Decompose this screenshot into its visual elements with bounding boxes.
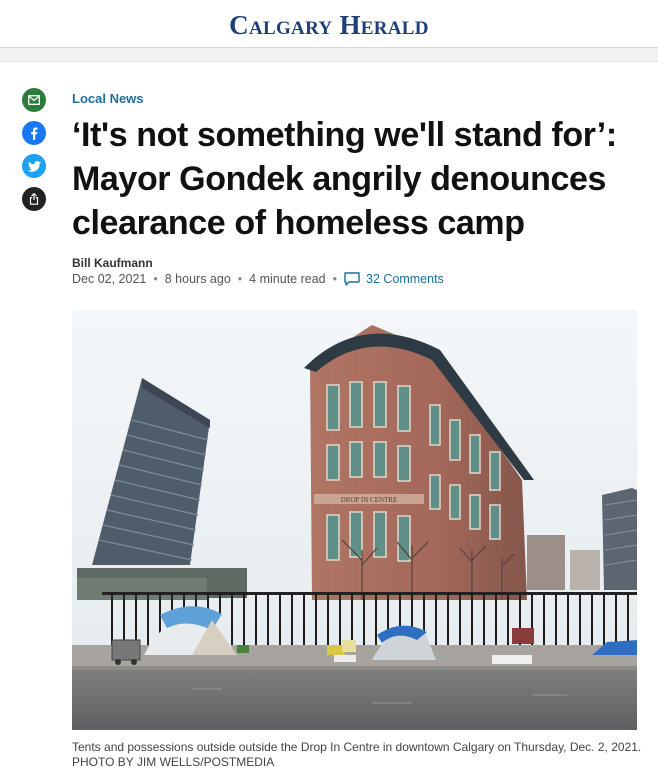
drop-in-centre-photo: DROP IN CENTRE <box>72 310 637 730</box>
category-link[interactable]: Local News <box>72 91 144 106</box>
comments-count: 32 Comments <box>366 272 444 286</box>
twitter-icon <box>27 160 41 172</box>
envelope-icon <box>28 95 40 105</box>
share-more-button[interactable] <box>22 187 46 211</box>
meta-separator: • <box>237 272 243 286</box>
read-time: 4 minute read <box>249 272 326 286</box>
article-headline: ‘It's not something we'll stand for’: Ma… <box>72 116 617 242</box>
photo-caption: Tents and possessions outside outside th… <box>72 740 642 769</box>
share-email-button[interactable] <box>22 88 46 112</box>
article-photo[interactable]: DROP IN CENTRE <box>72 310 637 730</box>
masthead: Calgary Herald <box>0 0 658 48</box>
facebook-icon <box>31 127 38 140</box>
time-ago: 8 hours ago <box>164 272 231 286</box>
nav-bar <box>0 48 658 62</box>
comment-bubble-icon <box>344 272 360 286</box>
share-toolbar <box>22 88 46 220</box>
article-meta: Dec 02, 2021 • 8 hours ago • 4 minute re… <box>72 272 444 286</box>
meta-separator: • <box>153 272 158 286</box>
comments-link[interactable]: 32 Comments <box>344 272 444 286</box>
share-facebook-button[interactable] <box>22 121 46 145</box>
share-more-icon <box>29 193 39 205</box>
calgary-herald-logo[interactable]: Calgary Herald <box>0 10 658 41</box>
author-name[interactable]: Bill Kaufmann <box>72 256 153 270</box>
building-sign: DROP IN CENTRE <box>341 496 398 504</box>
meta-separator: • <box>332 272 337 286</box>
publish-date: Dec 02, 2021 <box>72 272 147 286</box>
share-twitter-button[interactable] <box>22 154 46 178</box>
